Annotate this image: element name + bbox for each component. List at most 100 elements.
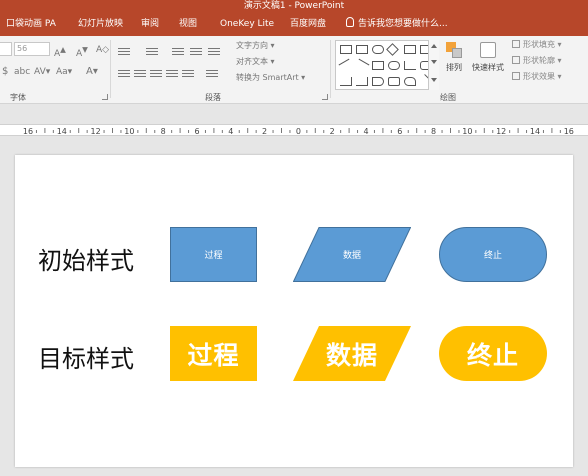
grow-font-button[interactable]: A▲ [54,44,66,59]
shape-rectangle-icon[interactable] [356,45,368,54]
title-bar: 演示文稿1 - PowerPoint [0,0,588,12]
align-center-button[interactable] [134,68,146,78]
tell-me-box[interactable]: 告诉我您想要做什么... [346,12,448,36]
data-shape-initial[interactable]: 数据 [293,227,411,282]
ribbon-tab-row: 口袋动画 PA 幻灯片放映 审阅 视图 OneKey Lite 百度网盘 告诉我… [0,12,588,36]
terminator-shape-initial[interactable]: 终止 [439,227,547,282]
quick-styles-icon [478,40,498,60]
tab-slideshow[interactable]: 幻灯片放映 [78,12,123,36]
ruler-label: 14 [530,127,540,136]
shape-circle-icon[interactable] [388,61,400,70]
terminator-shape-target[interactable]: 终止 [439,326,547,381]
window-title: 演示文稿1 - PowerPoint [243,1,345,11]
ruler-label: 2 [330,127,335,136]
convert-smartart-button[interactable]: 转换为 SmartArt ▾ [236,72,305,84]
shape-line-icon[interactable] [354,58,370,73]
ruler-label: 16 [23,127,33,136]
ruler-label: 2 [262,127,267,136]
ruler-label: 8 [161,127,166,136]
clear-format-button[interactable]: A◇ [96,44,109,56]
shape-pentagon-icon[interactable] [388,77,400,86]
shape-fill-button[interactable]: 形状填充 ▾ [512,38,562,52]
row-label-initial: 初始样式 [38,247,134,275]
shape-cloud-icon[interactable] [404,77,416,86]
process-shape-initial[interactable]: 过程 [170,227,257,282]
quick-styles-button[interactable]: 快速样式 [468,40,508,73]
ruler-label: 10 [462,127,472,136]
ruler-label: 6 [397,127,402,136]
align-right-button[interactable] [150,68,162,78]
tell-me-placeholder: 告诉我您想要做什么... [358,19,448,29]
horizontal-ruler[interactable]: 16 14 12 10 8 6 4 2 0 2 4 6 8 10 12 14 16 [0,124,588,136]
arrange-icon [444,40,464,60]
text-direction-button[interactable]: 文字方向 ▾ [236,40,275,52]
bullets-button[interactable] [118,46,130,56]
shape-outline-label: 形状轮廓 [523,56,555,65]
shapes-gallery[interactable] [335,40,439,90]
shape-arrow-icon[interactable] [372,77,384,86]
font-name-field[interactable] [0,42,12,56]
char-spacing-button[interactable]: abc [14,66,30,78]
tab-view[interactable]: 视图 [179,12,197,36]
shape-outline-button[interactable]: 形状轮廓 ▾ [512,54,562,68]
ruler-label: 4 [363,127,368,136]
slide-canvas[interactable]: 初始样式 目标样式 过程 数据 终止 过程 数据 终止 [15,155,573,467]
shape-connector-icon[interactable] [356,77,368,86]
shape-rectangle-icon[interactable] [340,45,352,54]
gallery-scroll[interactable] [428,40,439,90]
spacing-button[interactable]: AV▾ [34,66,50,78]
line-spacing-button[interactable] [208,46,220,56]
gallery-scroll-up-icon[interactable] [431,44,437,48]
shape-triangle-icon[interactable] [404,61,416,70]
shape-line-icon[interactable] [338,58,354,73]
shape-connector-icon[interactable] [340,77,352,86]
data-shape-text: 数据 [342,251,361,261]
align-text-button[interactable]: 对齐文本 ▾ [236,56,275,68]
tab-pa-animation[interactable]: 口袋动画 PA [6,12,56,36]
justify-button[interactable] [166,68,178,78]
paragraph-group-label: 段落 [205,93,221,102]
font-dialog-launcher[interactable] [102,94,108,100]
ruler-label: 14 [57,127,67,136]
text-direction-label: 文字方向 [236,41,268,50]
dollar-button[interactable]: $ [2,66,8,78]
tab-review[interactable]: 审阅 [141,12,159,36]
numbering-button[interactable] [146,46,158,56]
ruler-label: 16 [564,127,574,136]
effects-icon [512,72,520,80]
increase-indent-button[interactable] [190,46,202,56]
align-left-button[interactable] [118,68,130,78]
process-shape-text: 过程 [204,251,223,261]
ribbon: 56 A▲ A▼ A◇ $ abc AV▾ Aa▾ A▾ 字体 文字方向 ▾ 对… [0,36,588,104]
shape-diamond-icon[interactable] [386,43,399,56]
ruler-label: 12 [496,127,506,136]
shrink-font-button[interactable]: A▼ [76,44,88,59]
font-size-field[interactable]: 56 [14,42,50,56]
tab-onekey-lite[interactable]: OneKey Lite [220,12,274,36]
gallery-scroll-down-icon[interactable] [431,60,437,64]
change-case-button[interactable]: Aa▾ [56,66,72,78]
ruler-label: 8 [431,127,436,136]
paint-bucket-icon [512,40,520,48]
pen-icon [512,56,520,64]
distributed-button[interactable] [182,68,194,78]
align-text-label: 对齐文本 [236,57,268,66]
data-shape-text: 数据 [325,340,378,370]
font-color-button[interactable]: A▾ [86,66,98,78]
columns-button[interactable] [206,68,218,78]
decrease-indent-button[interactable] [172,46,184,56]
shape-rectangle-icon[interactable] [372,61,384,70]
group-separator [330,40,331,98]
arrange-button[interactable]: 排列 [442,40,466,73]
paragraph-dialog-launcher[interactable] [322,94,328,100]
data-shape-target[interactable]: 数据 [293,326,411,381]
convert-smartart-label: 转换为 SmartArt [236,73,299,82]
ruler-scale: 16 14 12 10 8 6 4 2 0 2 4 6 8 10 12 14 16 [23,127,574,136]
tab-baidu-netdisk[interactable]: 百度网盘 [290,12,326,36]
quick-styles-label: 快速样式 [472,63,504,72]
shape-oval-icon[interactable] [372,45,384,54]
shape-effects-button[interactable]: 形状效果 ▾ [512,70,562,84]
process-shape-target[interactable]: 过程 [170,326,257,381]
shape-textbox-icon[interactable] [404,45,416,54]
gallery-more-icon[interactable] [431,78,437,82]
